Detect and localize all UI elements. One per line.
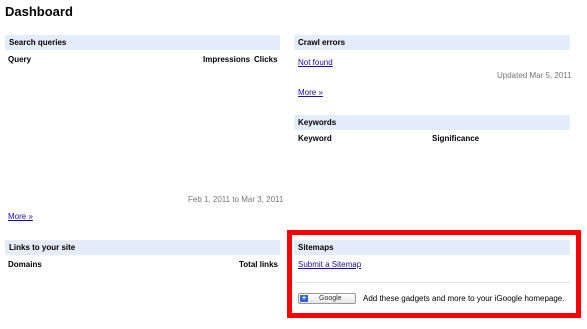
sitemaps-header: Sitemaps <box>294 240 570 255</box>
search-queries-date-range: Feb 1, 2011 to Mar 3, 2011 <box>188 195 284 204</box>
crawl-errors-updated: Updated Mar 5, 2011 <box>497 71 572 80</box>
clicks-column-header: Clicks <box>254 55 278 64</box>
keywords-header: Keywords <box>294 115 570 130</box>
crawl-errors-more-link[interactable]: More » <box>298 88 323 97</box>
google-button-label: Google <box>319 295 342 302</box>
igoogle-promo-text: Add these gadgets and more to your iGoog… <box>363 294 565 303</box>
links-to-site-header: Links to your site <box>5 240 280 255</box>
not-found-link[interactable]: Not found <box>298 58 333 67</box>
submit-sitemap-link[interactable]: Submit a Sitemap <box>298 260 361 269</box>
search-queries-more-link[interactable]: More » <box>8 212 33 221</box>
keyword-column-header: Keyword <box>298 134 332 143</box>
plus-icon: + <box>300 295 308 302</box>
crawl-errors-header: Crawl errors <box>294 35 570 50</box>
total-links-column-header: Total links <box>239 260 278 269</box>
page-title: Dashboard <box>5 4 73 19</box>
domains-column-header: Domains <box>8 260 42 269</box>
sitemaps-divider <box>294 282 570 283</box>
significance-column-header: Significance <box>432 134 480 143</box>
impressions-column-header: Impressions <box>203 55 251 64</box>
query-column-header: Query <box>8 55 32 64</box>
add-to-igoogle-button[interactable]: + Google <box>298 293 356 304</box>
search-queries-header: Search queries <box>5 35 280 50</box>
